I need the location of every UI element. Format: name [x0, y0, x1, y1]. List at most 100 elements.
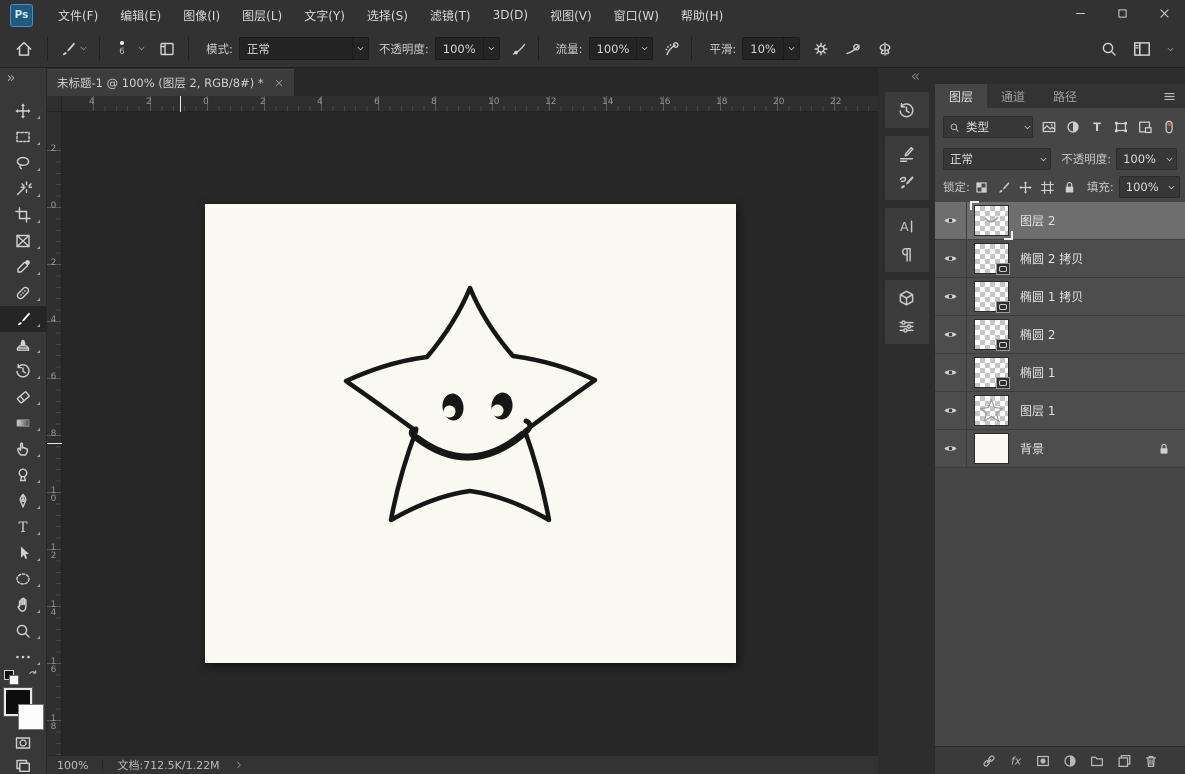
- panel-button-character[interactable]: A: [885, 212, 929, 240]
- menu-item[interactable]: 滤镜(T): [419, 0, 482, 30]
- tool-pen[interactable]: [0, 488, 46, 514]
- layer-visibility-toggle[interactable]: [935, 202, 967, 239]
- status-options-chevron[interactable]: [234, 760, 244, 770]
- layer-thumbnail[interactable]: [974, 281, 1010, 313]
- brush-tool-preset[interactable]: [55, 40, 92, 58]
- filter-adj-icon[interactable]: [1065, 119, 1081, 135]
- swap-colors-icon[interactable]: [26, 668, 40, 682]
- tool-move[interactable]: [0, 98, 46, 124]
- tool-type[interactable]: T: [0, 514, 46, 540]
- layer-visibility-toggle[interactable]: [935, 316, 967, 353]
- chevron-down-icon[interactable]: [137, 44, 146, 53]
- smoothing-input[interactable]: 10%: [742, 37, 800, 60]
- background-color-swatch[interactable]: [18, 704, 44, 730]
- tool-magic-wand[interactable]: [0, 176, 46, 202]
- gear-icon[interactable]: [812, 40, 830, 58]
- layer-thumbnail[interactable]: [970, 201, 1013, 240]
- menu-item[interactable]: 窗口(W): [603, 0, 670, 30]
- chevron-down-icon[interactable]: [1166, 45, 1175, 54]
- menu-item[interactable]: 图层(L): [231, 0, 293, 30]
- folder-button[interactable]: [1089, 753, 1105, 769]
- default-colors-icon[interactable]: [4, 670, 19, 685]
- tool-ellipsis[interactable]: [0, 644, 46, 670]
- layer-thumbnail[interactable]: [974, 395, 1009, 426]
- tool-healing[interactable]: [0, 280, 46, 306]
- mask-button[interactable]: [1035, 753, 1051, 769]
- close-button[interactable]: [1143, 0, 1185, 26]
- tool-dodge[interactable]: [0, 462, 46, 488]
- new-layer-button[interactable]: [1116, 753, 1132, 769]
- layer-opacity-input[interactable]: 100%: [1116, 148, 1177, 170]
- filter-shape-icon[interactable]: [1113, 119, 1129, 135]
- layer-thumbnail[interactable]: [974, 357, 1010, 389]
- filter-adj-button[interactable]: [1062, 753, 1078, 769]
- lock-icon[interactable]: [1062, 180, 1077, 195]
- tool-stamp[interactable]: [0, 332, 46, 358]
- panel-button-history[interactable]: [885, 96, 929, 124]
- tool-zoom[interactable]: [0, 618, 46, 644]
- trash-button[interactable]: [1143, 753, 1159, 769]
- filter-toggle-icon[interactable]: [1161, 119, 1177, 135]
- filter-pic-icon[interactable]: [1041, 119, 1057, 135]
- search-icon[interactable]: [1100, 40, 1118, 58]
- panel-button-3d[interactable]: [885, 284, 929, 312]
- panel-tab-item[interactable]: 图层: [935, 84, 988, 108]
- lock-move-icon[interactable]: [1018, 180, 1033, 195]
- tool-eraser[interactable]: [0, 384, 46, 410]
- layer-fill-input[interactable]: 100%: [1118, 176, 1180, 198]
- quick-mask-button[interactable]: [14, 734, 32, 752]
- layer-visibility-toggle[interactable]: [935, 430, 967, 467]
- link-button[interactable]: [981, 753, 997, 769]
- maximize-button[interactable]: [1101, 0, 1143, 26]
- lock-brush-icon[interactable]: [996, 180, 1011, 195]
- menu-item[interactable]: 编辑(E): [109, 0, 172, 30]
- pressure-size-icon[interactable]: [844, 40, 862, 58]
- ruler-origin-corner[interactable]: [47, 96, 62, 112]
- filter-smart-icon[interactable]: [1137, 119, 1153, 135]
- tool-frame[interactable]: [0, 228, 46, 254]
- fx-button[interactable]: fx: [1008, 753, 1024, 769]
- lock-artboard-icon[interactable]: [1040, 180, 1055, 195]
- layer-row[interactable]: 椭圆 1: [935, 354, 1185, 392]
- filter-type-icon[interactable]: T: [1089, 119, 1105, 135]
- layer-row[interactable]: 椭圆 1 拷贝: [935, 278, 1185, 316]
- menu-item[interactable]: 图像(I): [172, 0, 231, 30]
- expand-toolbar-button[interactable]: [0, 68, 46, 88]
- opacity-input[interactable]: 100%: [434, 37, 500, 60]
- airbrush-icon[interactable]: [663, 40, 681, 58]
- layer-blend-mode-select[interactable]: 正常: [943, 148, 1052, 170]
- document-tab[interactable]: 未标题-1 @ 100% (图层 2, RGB/8#) *: [47, 69, 294, 96]
- menu-item[interactable]: 文字(Y): [293, 0, 356, 30]
- tool-shape[interactable]: [0, 566, 46, 592]
- close-tab-icon[interactable]: [274, 78, 284, 88]
- tool-history-brush[interactable]: [0, 358, 46, 384]
- layer-row[interactable]: 图层 1: [935, 392, 1185, 430]
- tool-gradient[interactable]: [0, 410, 46, 436]
- layer-row[interactable]: 椭圆 2 拷贝: [935, 240, 1185, 278]
- menu-item[interactable]: 3D(D): [482, 0, 539, 30]
- lock-transparent-icon[interactable]: [974, 180, 989, 195]
- tool-crop[interactable]: [0, 202, 46, 228]
- blend-mode-select[interactable]: 正常: [238, 37, 369, 60]
- layer-thumbnail[interactable]: [974, 433, 1009, 464]
- panel-menu-icon[interactable]: [1162, 89, 1177, 104]
- screen-mode-button[interactable]: [14, 756, 32, 774]
- layer-row[interactable]: 图层 2: [935, 201, 1185, 240]
- menu-item[interactable]: 帮助(H): [670, 0, 734, 30]
- toggle-brush-panel-icon[interactable]: [158, 40, 176, 58]
- layer-row[interactable]: 椭圆 2: [935, 316, 1185, 354]
- panel-tab-item[interactable]: 路径: [1039, 84, 1091, 108]
- tool-lasso[interactable]: [0, 150, 46, 176]
- pressure-opacity-icon[interactable]: [510, 40, 528, 58]
- tool-path-select[interactable]: [0, 540, 46, 566]
- layer-visibility-toggle[interactable]: [935, 240, 967, 277]
- brush-size-preview[interactable]: 6: [107, 34, 137, 64]
- collapse-panels-icon[interactable]: [910, 71, 921, 82]
- layer-visibility-toggle[interactable]: [935, 392, 967, 429]
- layer-filter-select[interactable]: 类型: [943, 116, 1033, 138]
- symmetry-icon[interactable]: [876, 40, 894, 58]
- layer-thumbnail[interactable]: [974, 243, 1010, 275]
- panel-tab-item[interactable]: 通道: [987, 84, 1039, 108]
- tool-smudge[interactable]: [0, 436, 46, 462]
- home-icon[interactable]: [14, 39, 34, 59]
